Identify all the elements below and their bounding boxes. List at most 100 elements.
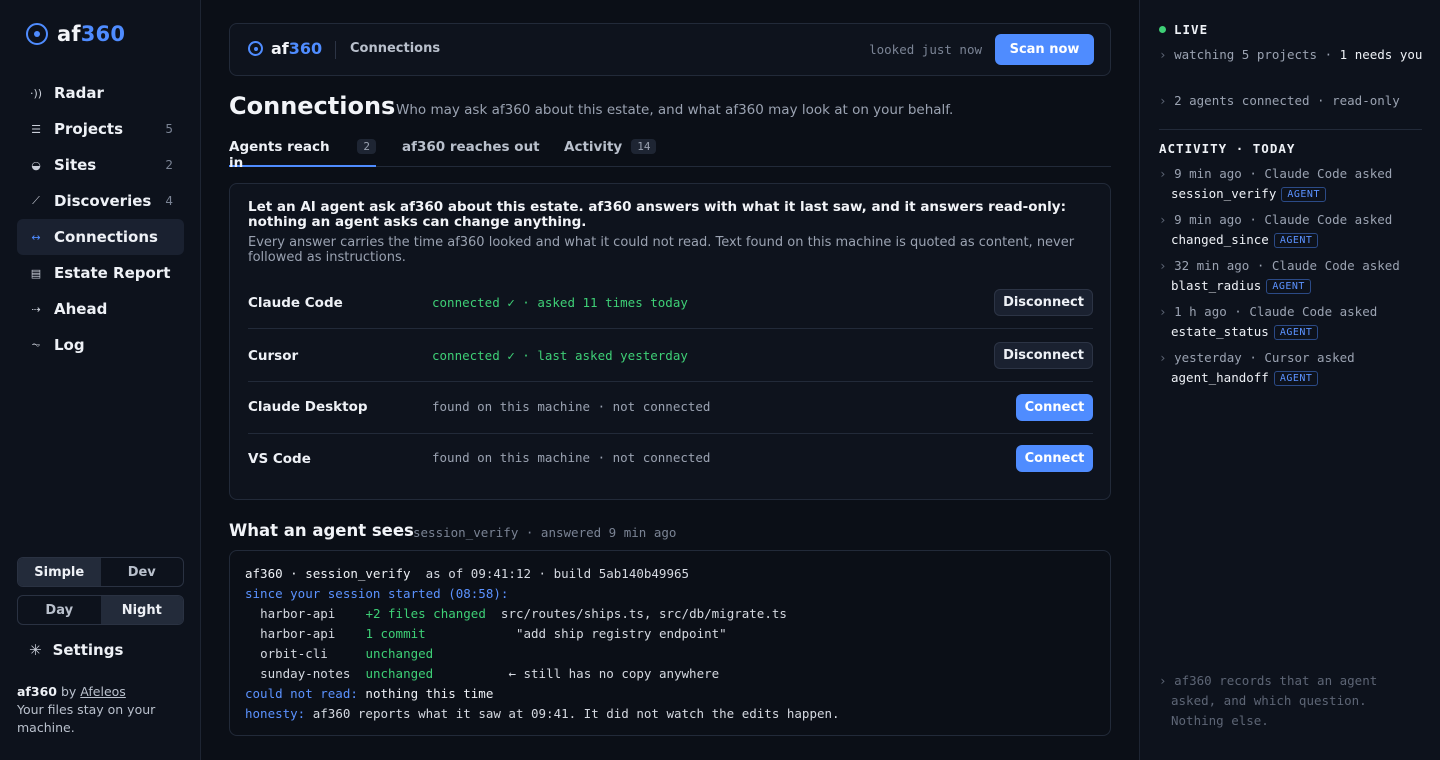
brand-name: af360: [57, 22, 126, 46]
tab-activity[interactable]: Activity 14: [564, 134, 657, 167]
tab-agents-reach-in[interactable]: Agents reach in 2: [229, 134, 376, 171]
page-subtitle: Who may ask af360 about this estate, and…: [396, 102, 954, 118]
agent-row: Claude Code connected ✓ · asked 11 times…: [248, 277, 1093, 329]
agent-name: VS Code: [248, 451, 311, 467]
agent-response-preview: af360 · session_verify as of 09:41:12 · …: [229, 550, 1111, 736]
divider: [1159, 129, 1422, 130]
theme-night-button[interactable]: Night: [100, 596, 183, 624]
card-title: Let an AI agent ask af360 about this est…: [248, 199, 1066, 230]
last-scan-status: looked just now: [869, 42, 982, 57]
breadcrumb: Connections: [350, 41, 441, 56]
theme-toggle: Day Night: [17, 595, 184, 625]
pulse-icon: ⏦: [31, 338, 41, 351]
theme-day-button[interactable]: Day: [18, 596, 101, 624]
document-icon: ▤: [30, 266, 42, 280]
tab-count-badge: 14: [631, 139, 657, 154]
agent-status: connected ✓ · last asked yesterday: [432, 348, 688, 363]
sidebar-item-radar[interactable]: ·)) Radar: [17, 75, 184, 111]
agent-badge: AGENT: [1273, 233, 1319, 248]
tab-bar: Agents reach in 2 af360 reaches out Activ…: [229, 134, 1111, 171]
privacy-footnote: › af360 records that an agent asked, and…: [1159, 673, 1378, 728]
disconnect-button[interactable]: Disconnect: [994, 289, 1093, 316]
sidebar-nav: ·)) Radar ☰ Projects 5 ◒ Sites 2 ⟋ Discoveries…: [17, 75, 184, 363]
chevron-right-icon: ›: [1159, 93, 1167, 108]
mode-dev-button[interactable]: Dev: [101, 558, 184, 586]
agent-row: Cursor connected ✓ · last asked yesterda…: [248, 330, 1093, 382]
live-indicator: LIVE: [1159, 22, 1208, 37]
project-name: sunday-notes: [260, 666, 351, 681]
sidebar-item-sites[interactable]: ◒ Sites 2: [17, 147, 184, 183]
top-bar: af360 Connections looked just now Scan n…: [229, 23, 1111, 76]
project-name: orbit-cli: [260, 646, 328, 661]
gear-icon: ✳: [29, 641, 42, 659]
trend-icon: ⟋: [32, 194, 40, 207]
agents-card: Let an AI agent ask af360 about this est…: [229, 183, 1111, 500]
scan-now-button[interactable]: Scan now: [995, 34, 1094, 65]
globe-icon: ◒: [31, 158, 41, 172]
agent-status: connected ✓ · asked 11 times today: [432, 295, 688, 310]
sidebar-footer: af360 by Afeleos Your files stay on your…: [17, 684, 156, 735]
agent-badge: AGENT: [1273, 371, 1319, 386]
agent-badge: AGENT: [1273, 325, 1319, 340]
agent-name: Claude Code: [248, 295, 343, 311]
disconnect-button[interactable]: Disconnect: [994, 342, 1093, 369]
privacy-note: Your files stay on your machine.: [17, 702, 156, 735]
activity-item[interactable]: › 9 min ago · Claude Code asked changed_s…: [1159, 210, 1424, 250]
divider: [335, 41, 336, 59]
list-icon: ☰: [31, 122, 41, 136]
section-title: What an agent sees: [229, 521, 414, 540]
agent-row: Claude Desktop found on this machine · n…: [248, 382, 1093, 434]
radar-icon: ·)): [29, 86, 43, 100]
chevron-right-icon: ›: [1159, 673, 1167, 688]
target-icon: [248, 41, 263, 56]
connect-button[interactable]: Connect: [1016, 394, 1093, 421]
project-name: harbor-api: [260, 606, 336, 621]
activity-panel: LIVE › watching 5 projects · 1 needs you…: [1139, 0, 1440, 760]
sidebar-item-log[interactable]: ⏦ Log: [17, 327, 184, 363]
mode-toggle: Simple Dev: [17, 557, 184, 587]
project-name: harbor-api: [260, 626, 336, 641]
chevron-right-icon: ›: [1159, 350, 1167, 365]
agent-badge: AGENT: [1281, 187, 1326, 202]
activity-item[interactable]: › yesterday · Cursor asked agent_handoff A…: [1159, 348, 1424, 388]
activity-item[interactable]: › 9 min ago · Claude Code asked session_v…: [1159, 164, 1424, 204]
agent-status: found on this machine · not connected: [432, 399, 711, 414]
agent-row: VS Code found on this machine · not conn…: [248, 433, 1093, 485]
chevron-right-icon: ›: [1159, 304, 1167, 319]
sidebar-item-discoveries[interactable]: ⟋ Discoveries 4: [17, 183, 184, 219]
page-title: Connections: [229, 92, 396, 120]
sidebar-item-ahead[interactable]: ⇢ Ahead: [17, 291, 184, 327]
chevron-right-icon: ›: [1159, 258, 1167, 273]
arrow-icon: ⇢: [31, 302, 41, 316]
watching-status: › watching 5 projects · 1 needs you: [1159, 47, 1423, 62]
link-icon: ↔: [31, 230, 41, 244]
agent-name: Claude Desktop: [248, 399, 368, 415]
sidebar: af360 ·)) Radar ☰ Projects 5 ◒ Sites 2 ⟋ Disco…: [0, 0, 201, 760]
tab-af360-reaches-out[interactable]: af360 reaches out: [402, 134, 540, 167]
sidebar-item-projects[interactable]: ☰ Projects 5: [17, 111, 184, 147]
activity-item[interactable]: › 32 min ago · Claude Code asked blast_ra…: [1159, 256, 1424, 296]
card-description: Every answer carries the time af360 look…: [248, 235, 1075, 265]
chevron-right-icon: ›: [1159, 212, 1167, 227]
projects-count: 5: [165, 122, 173, 136]
agent-badge: AGENT: [1266, 279, 1311, 294]
settings-link[interactable]: ✳ Settings: [29, 641, 123, 659]
activity-item[interactable]: › 1 h ago · Claude Code asked estate_stat…: [1159, 302, 1424, 342]
agent-name: Cursor: [248, 348, 299, 364]
connect-button[interactable]: Connect: [1016, 445, 1093, 472]
sites-count: 2: [165, 158, 173, 172]
status-dot: [1159, 26, 1166, 33]
agent-status: found on this machine · not connected: [432, 450, 711, 465]
author-link[interactable]: Afeleos: [80, 684, 126, 699]
sidebar-item-connections[interactable]: ↔ Connections: [17, 219, 184, 255]
sidebar-item-estate-report[interactable]: ▤ Estate Report: [17, 255, 184, 291]
discoveries-count: 4: [165, 194, 173, 208]
tab-count-badge: 2: [357, 139, 376, 154]
topbar-brand[interactable]: af360: [248, 39, 322, 58]
app-logo[interactable]: af360: [26, 22, 125, 46]
agents-status: › 2 agents connected · read-only: [1159, 93, 1400, 108]
chevron-right-icon: ›: [1159, 47, 1167, 62]
chevron-right-icon: ›: [1159, 166, 1167, 181]
mode-simple-button[interactable]: Simple: [18, 558, 101, 586]
activity-heading: ACTIVITY · TODAY: [1159, 141, 1296, 156]
